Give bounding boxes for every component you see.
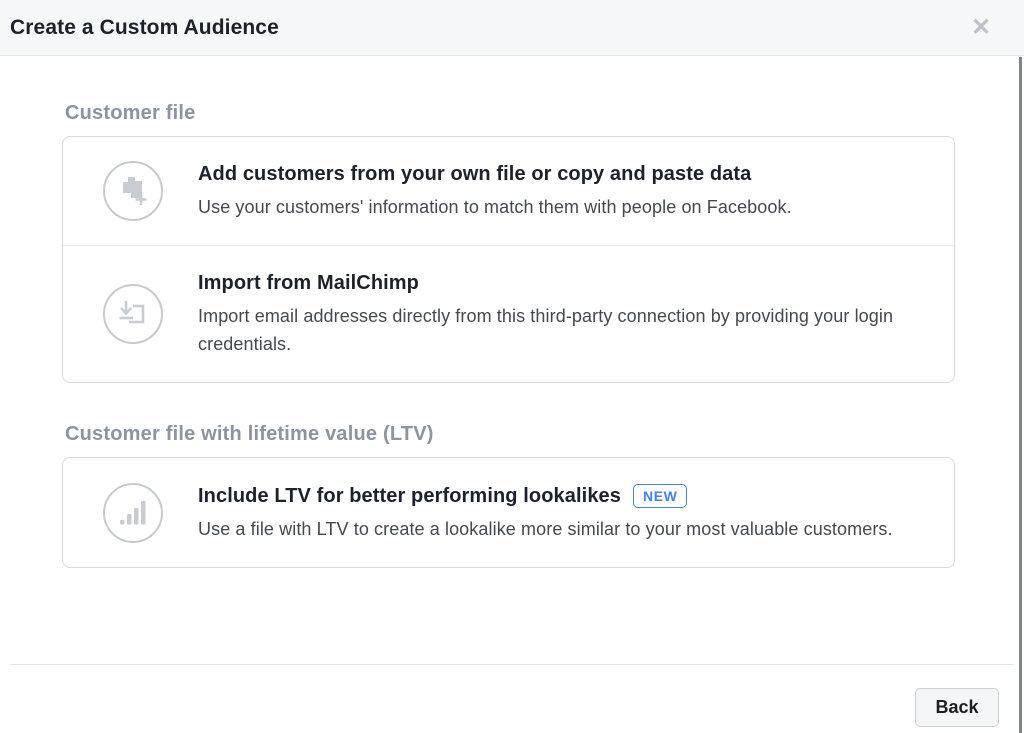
option-group: Include LTV for better performing lookal…	[62, 457, 955, 568]
option-import-from-mailchimp[interactable]: Import from MailChimp Import email addre…	[63, 245, 954, 382]
create-custom-audience-modal: Create a Custom Audience ✕ Customer file	[0, 0, 1024, 733]
back-button[interactable]: Back	[915, 688, 999, 727]
section-customer-file: Customer file	[62, 102, 955, 383]
bar-chart-icon	[103, 483, 163, 543]
footer-divider	[10, 664, 1014, 665]
window-edge-scrollbar	[1019, 57, 1022, 733]
section-customer-file-ltv: Customer file with lifetime value (LTV)	[62, 423, 955, 568]
section-label: Customer file	[65, 102, 955, 125]
modal-header: Create a Custom Audience ✕	[0, 0, 1024, 56]
option-group: Add customers from your own file or copy…	[62, 136, 955, 383]
option-description: Import email addresses directly from thi…	[198, 302, 924, 358]
modal-title: Create a Custom Audience	[10, 16, 279, 40]
option-title: Import from MailChimp	[198, 272, 419, 295]
file-plus-icon	[103, 161, 163, 221]
modal-footer: Back	[0, 664, 1019, 733]
option-add-customers-from-file[interactable]: Add customers from your own file or copy…	[63, 137, 954, 245]
close-icon: ✕	[971, 16, 991, 40]
close-button[interactable]: ✕	[966, 13, 996, 43]
option-description: Use a file with LTV to create a lookalik…	[198, 515, 924, 543]
import-icon	[103, 284, 163, 344]
option-title: Add customers from your own file or copy…	[198, 163, 751, 186]
option-description: Use your customers' information to match…	[198, 193, 924, 221]
section-label: Customer file with lifetime value (LTV)	[65, 423, 955, 446]
option-title: Include LTV for better performing lookal…	[198, 485, 621, 508]
new-badge: NEW	[633, 484, 687, 508]
option-include-ltv[interactable]: Include LTV for better performing lookal…	[63, 458, 954, 567]
modal-body: Customer file	[0, 56, 1024, 568]
